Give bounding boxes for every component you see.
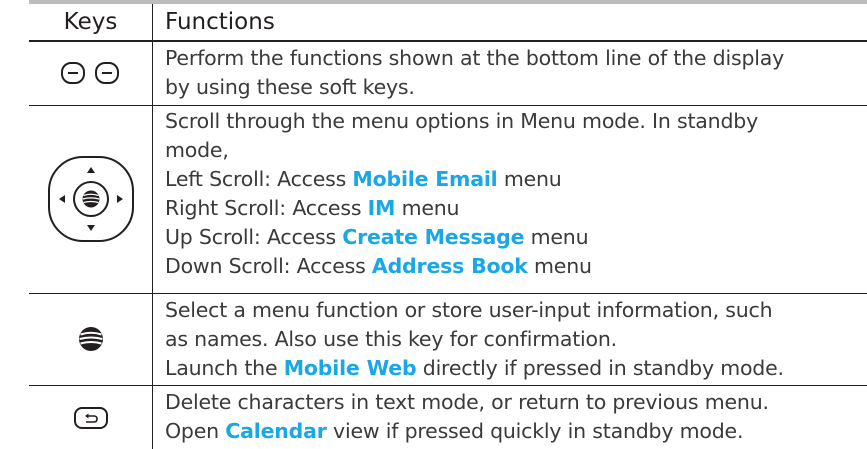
text-segment: menu: [527, 254, 592, 278]
text-segment: Up Scroll: Access: [165, 225, 343, 249]
header-functions: Functions: [165, 9, 275, 35]
table-row-line: by using these soft keys.: [165, 75, 415, 99]
table-row-line: Launch the Mobile Web directly if presse…: [165, 354, 865, 383]
navigation-key-icon: [47, 156, 134, 242]
text-segment: Down Scroll: Access: [165, 254, 372, 278]
mobile-web-highlight: Mobile Web: [283, 356, 417, 380]
header-divider: [29, 40, 867, 42]
table-row-line: Down Scroll: Access Address Book menu: [165, 252, 865, 281]
text-segment: Left Scroll: Access: [165, 167, 353, 191]
key-cell-navigation: [29, 106, 152, 292]
text-segment: Right Scroll: Access: [165, 196, 368, 220]
row-soft-keys-description: Perform the functions shown at the botto…: [165, 44, 865, 102]
table-row-line: Left Scroll: Access Mobile Email menu: [165, 165, 865, 194]
text-segment: view if pressed quickly in standby mode.: [326, 419, 744, 443]
address-book-highlight: Address Book: [371, 254, 528, 278]
mobile-email-highlight: Mobile Email: [352, 167, 498, 191]
table-row-line: Scroll through the menu options in Menu …: [165, 109, 758, 133]
back-key-icon: [73, 406, 108, 429]
table-row-line: Select a menu function or store user-inp…: [165, 298, 773, 322]
row-divider: [29, 385, 867, 386]
table-row-line: Delete characters in text mode, or retur…: [165, 390, 769, 414]
table-top-rule: [29, 0, 867, 4]
text-segment: menu: [497, 167, 562, 191]
key-cell-back: [29, 386, 152, 449]
att-globe-key-icon: [78, 327, 103, 351]
column-divider: [152, 4, 153, 449]
row-navigation-description: Scroll through the menu options in Menu …: [165, 107, 865, 281]
soft-keys-icon: [60, 62, 119, 84]
text-segment: directly if pressed in standby mode.: [416, 356, 784, 380]
table-row-line: Right Scroll: Access IM menu: [165, 194, 865, 223]
table-row-line: mode,: [165, 138, 229, 162]
table-row-line: Up Scroll: Access Create Message menu: [165, 223, 865, 252]
table-row-line: as names. Also use this key for confirma…: [165, 327, 617, 351]
text-segment: Open: [165, 419, 226, 443]
table-row-line: Perform the functions shown at the botto…: [165, 46, 785, 70]
text-segment: menu: [395, 196, 460, 220]
row-att-globe-description: Select a menu function or store user-inp…: [165, 296, 865, 383]
row-divider: [29, 293, 867, 294]
calendar-highlight: Calendar: [225, 419, 327, 443]
create-message-highlight: Create Message: [342, 225, 525, 249]
header-keys: Keys: [63, 9, 118, 35]
keys-functions-table: Keys Functions Perform the functions sho…: [29, 0, 867, 449]
im-highlight: IM: [367, 196, 396, 220]
key-cell-att-globe: [29, 294, 152, 384]
row-divider: [29, 105, 867, 106]
row-back-description: Delete characters in text mode, or retur…: [165, 388, 865, 446]
text-segment: Launch the: [165, 356, 284, 380]
text-segment: menu: [524, 225, 589, 249]
key-cell-soft-keys: [29, 42, 152, 104]
table-row-line: Open Calendar view if pressed quickly in…: [165, 417, 865, 446]
